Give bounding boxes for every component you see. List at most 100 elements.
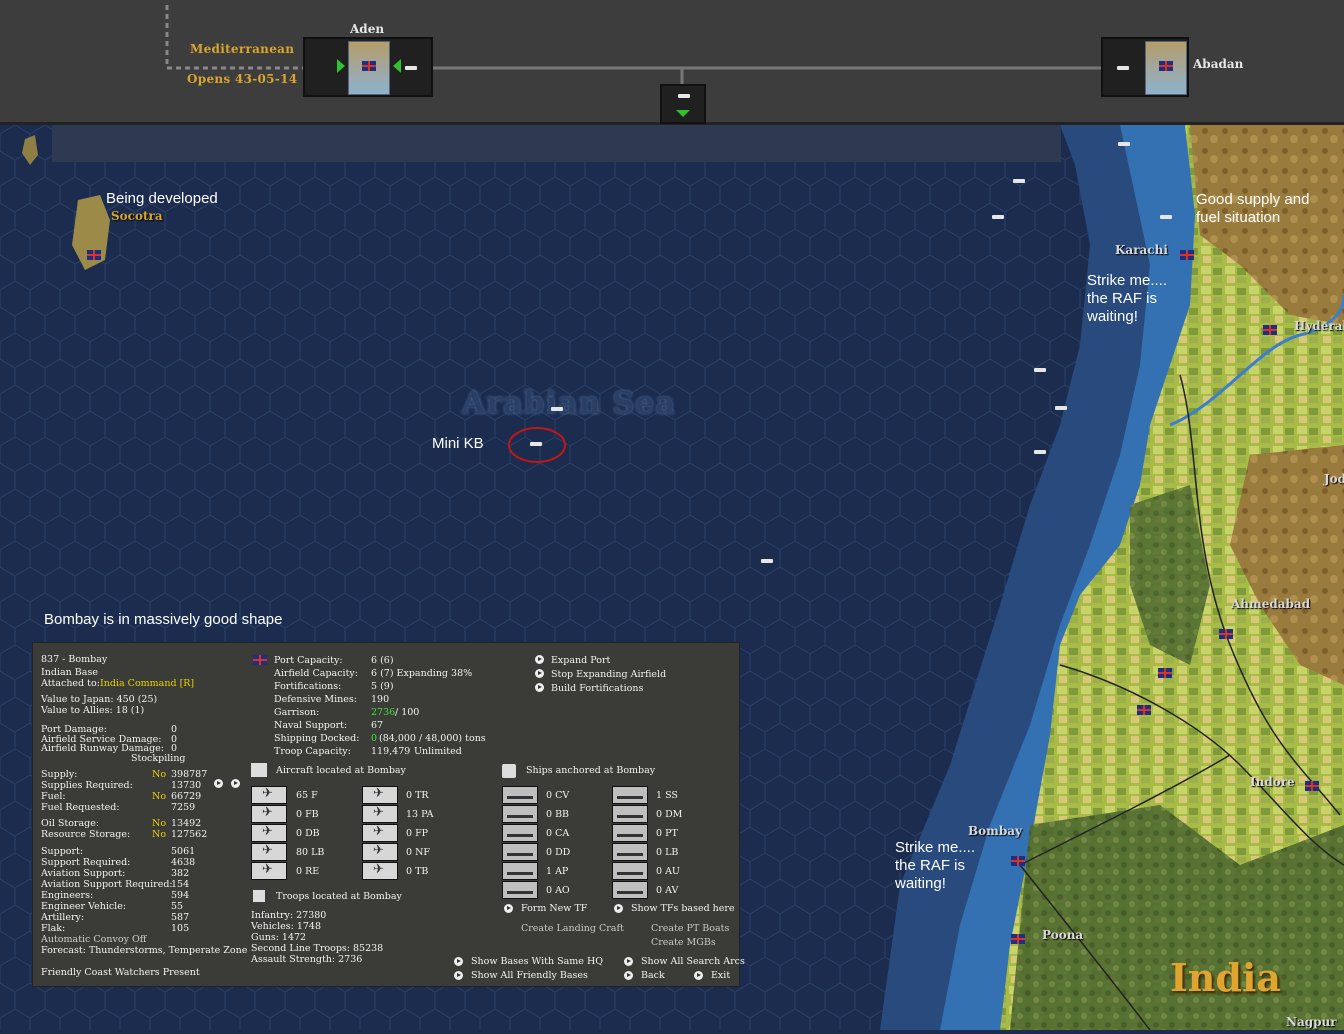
ship-type-icon[interactable]: [612, 805, 648, 823]
ship-icon[interactable]: [992, 215, 1004, 219]
fuel-req-value: 7259: [171, 802, 196, 813]
ship-type-icon[interactable]: [612, 862, 648, 880]
aircraft-type-icon[interactable]: [362, 786, 398, 804]
ship-icon[interactable]: [761, 559, 773, 563]
base-flag-icon[interactable]: [1158, 668, 1172, 678]
flak-value: 105: [171, 923, 190, 934]
create-mgbs-button[interactable]: Create MGBs: [651, 937, 716, 949]
arrow-right-icon[interactable]: [337, 59, 345, 73]
stop-expanding-arrow-icon[interactable]: [535, 669, 544, 678]
ship-icon[interactable]: [1117, 66, 1129, 70]
show-search-arcs-button[interactable]: Show All Search Arcs: [641, 956, 745, 968]
arrival-box[interactable]: [660, 84, 706, 124]
socotra-base-flag-icon[interactable]: [87, 250, 101, 260]
create-pt-boats-button[interactable]: Create PT Boats: [651, 923, 729, 935]
indore-base-flag-icon[interactable]: [1305, 781, 1319, 791]
ship-icon[interactable]: [1034, 368, 1046, 372]
aircraft-type-icon[interactable]: [362, 862, 398, 880]
fast-forward-icon[interactable]: [231, 779, 240, 788]
ship-type-icon[interactable]: [612, 843, 648, 861]
annotation-mini-kb: Mini KB: [432, 435, 484, 452]
ship-type-icon[interactable]: [502, 786, 538, 804]
forts-label: Fortifications:: [274, 681, 342, 692]
ahmedabad-base-flag-icon[interactable]: [1219, 629, 1233, 639]
karachi-base-flag-icon[interactable]: [1180, 250, 1194, 260]
ship-type-icon[interactable]: [502, 843, 538, 861]
form-new-tf-button[interactable]: Form New TF: [521, 903, 587, 915]
assault-strength-text: Assault Strength: 2736: [251, 954, 363, 965]
fuel-stockpile-toggle[interactable]: No: [152, 791, 166, 803]
next-arrow-icon[interactable]: [214, 779, 223, 788]
aircraft-type-icon[interactable]: [251, 843, 287, 861]
arrow-down-icon[interactable]: [676, 110, 690, 117]
aircraft-type-icon[interactable]: [362, 824, 398, 842]
ship-icon[interactable]: [1055, 406, 1067, 410]
troops-header: Troops located at Bombay: [276, 891, 402, 902]
ship-type-icon[interactable]: [612, 824, 648, 842]
troop-cap-unlimited: Unlimited: [414, 746, 462, 757]
ship-icon[interactable]: [1160, 215, 1172, 219]
karachi-label: Karachi: [1115, 243, 1168, 257]
back-arrow-icon[interactable]: [624, 971, 633, 980]
aircraft-count: 65 F: [296, 790, 318, 801]
aircraft-type-icon[interactable]: [362, 805, 398, 823]
ship-count: 0 PT: [656, 828, 678, 839]
aircraft-type-icon[interactable]: [251, 805, 287, 823]
show-friendly-arrow-icon[interactable]: [454, 971, 463, 980]
shipping-value: 0: [371, 733, 378, 744]
abadan-label: Abadan: [1193, 57, 1244, 71]
shipping-label: Shipping Docked:: [274, 733, 360, 744]
top-strip: [52, 122, 1061, 162]
aden-base[interactable]: [303, 37, 433, 97]
aircraft-count: 0 TB: [406, 866, 429, 877]
base-id-name: 837 - Bombay: [41, 654, 108, 665]
mediterranean-label: Mediterranean: [190, 42, 295, 56]
ship-icon[interactable]: [551, 407, 563, 411]
ship-type-icon[interactable]: [612, 881, 648, 899]
attached-value-link[interactable]: India Command [R]: [100, 678, 194, 690]
aircraft-type-icon[interactable]: [251, 824, 287, 842]
expand-port-button[interactable]: Expand Port: [551, 655, 610, 667]
show-bases-hq-button[interactable]: Show Bases With Same HQ: [471, 956, 603, 968]
ship-icon[interactable]: [1013, 179, 1025, 183]
ship-type-icon[interactable]: [502, 881, 538, 899]
aircraft-count: 0 NF: [406, 847, 430, 858]
show-bases-hq-arrow-icon[interactable]: [454, 957, 463, 966]
ship-icon[interactable]: [405, 66, 417, 70]
ship-icon[interactable]: [678, 94, 690, 98]
aircraft-type-icon[interactable]: [362, 843, 398, 861]
aircraft-count: 80 LB: [296, 847, 325, 858]
opens-date-label: Opens 43-05-14: [187, 72, 298, 86]
poona-base-flag-icon[interactable]: [1011, 934, 1025, 944]
exit-arrow-icon[interactable]: [694, 971, 703, 980]
show-friendly-bases-button[interactable]: Show All Friendly Bases: [471, 970, 588, 982]
ship-icon[interactable]: [1118, 142, 1130, 146]
base-flag-icon[interactable]: [1137, 705, 1151, 715]
abadan-base[interactable]: [1101, 37, 1189, 97]
back-button[interactable]: Back: [641, 970, 665, 982]
build-forts-button[interactable]: Build Fortifications: [551, 683, 643, 695]
hyderabad-base-flag-icon[interactable]: [1263, 325, 1277, 335]
ship-type-icon[interactable]: [612, 786, 648, 804]
exit-button[interactable]: Exit: [711, 970, 730, 982]
res-stockpile-toggle[interactable]: No: [152, 829, 166, 841]
supply-stockpile-toggle[interactable]: No: [152, 769, 166, 781]
expand-port-arrow-icon[interactable]: [535, 655, 544, 664]
naval-label: Naval Support:: [274, 720, 348, 731]
build-forts-arrow-icon[interactable]: [535, 683, 544, 692]
create-landing-craft-button[interactable]: Create Landing Craft: [521, 923, 624, 935]
arrow-left-icon[interactable]: [393, 59, 401, 73]
show-tfs-arrow-icon[interactable]: [614, 904, 623, 913]
show-search-arcs-arrow-icon[interactable]: [624, 957, 633, 966]
stop-expanding-button[interactable]: Stop Expanding Airfield: [551, 669, 666, 681]
ship-icon[interactable]: [1034, 450, 1046, 454]
bombay-base-flag-icon[interactable]: [1011, 856, 1025, 866]
aircraft-type-icon[interactable]: [251, 862, 287, 880]
ship-type-icon[interactable]: [502, 862, 538, 880]
ship-type-icon[interactable]: [502, 824, 538, 842]
show-tfs-button[interactable]: Show TFs based here: [631, 903, 735, 915]
form-tf-arrow-icon[interactable]: [504, 904, 513, 913]
ship-type-icon[interactable]: [502, 805, 538, 823]
task-force-icon[interactable]: [530, 442, 542, 446]
aircraft-type-icon[interactable]: [251, 786, 287, 804]
